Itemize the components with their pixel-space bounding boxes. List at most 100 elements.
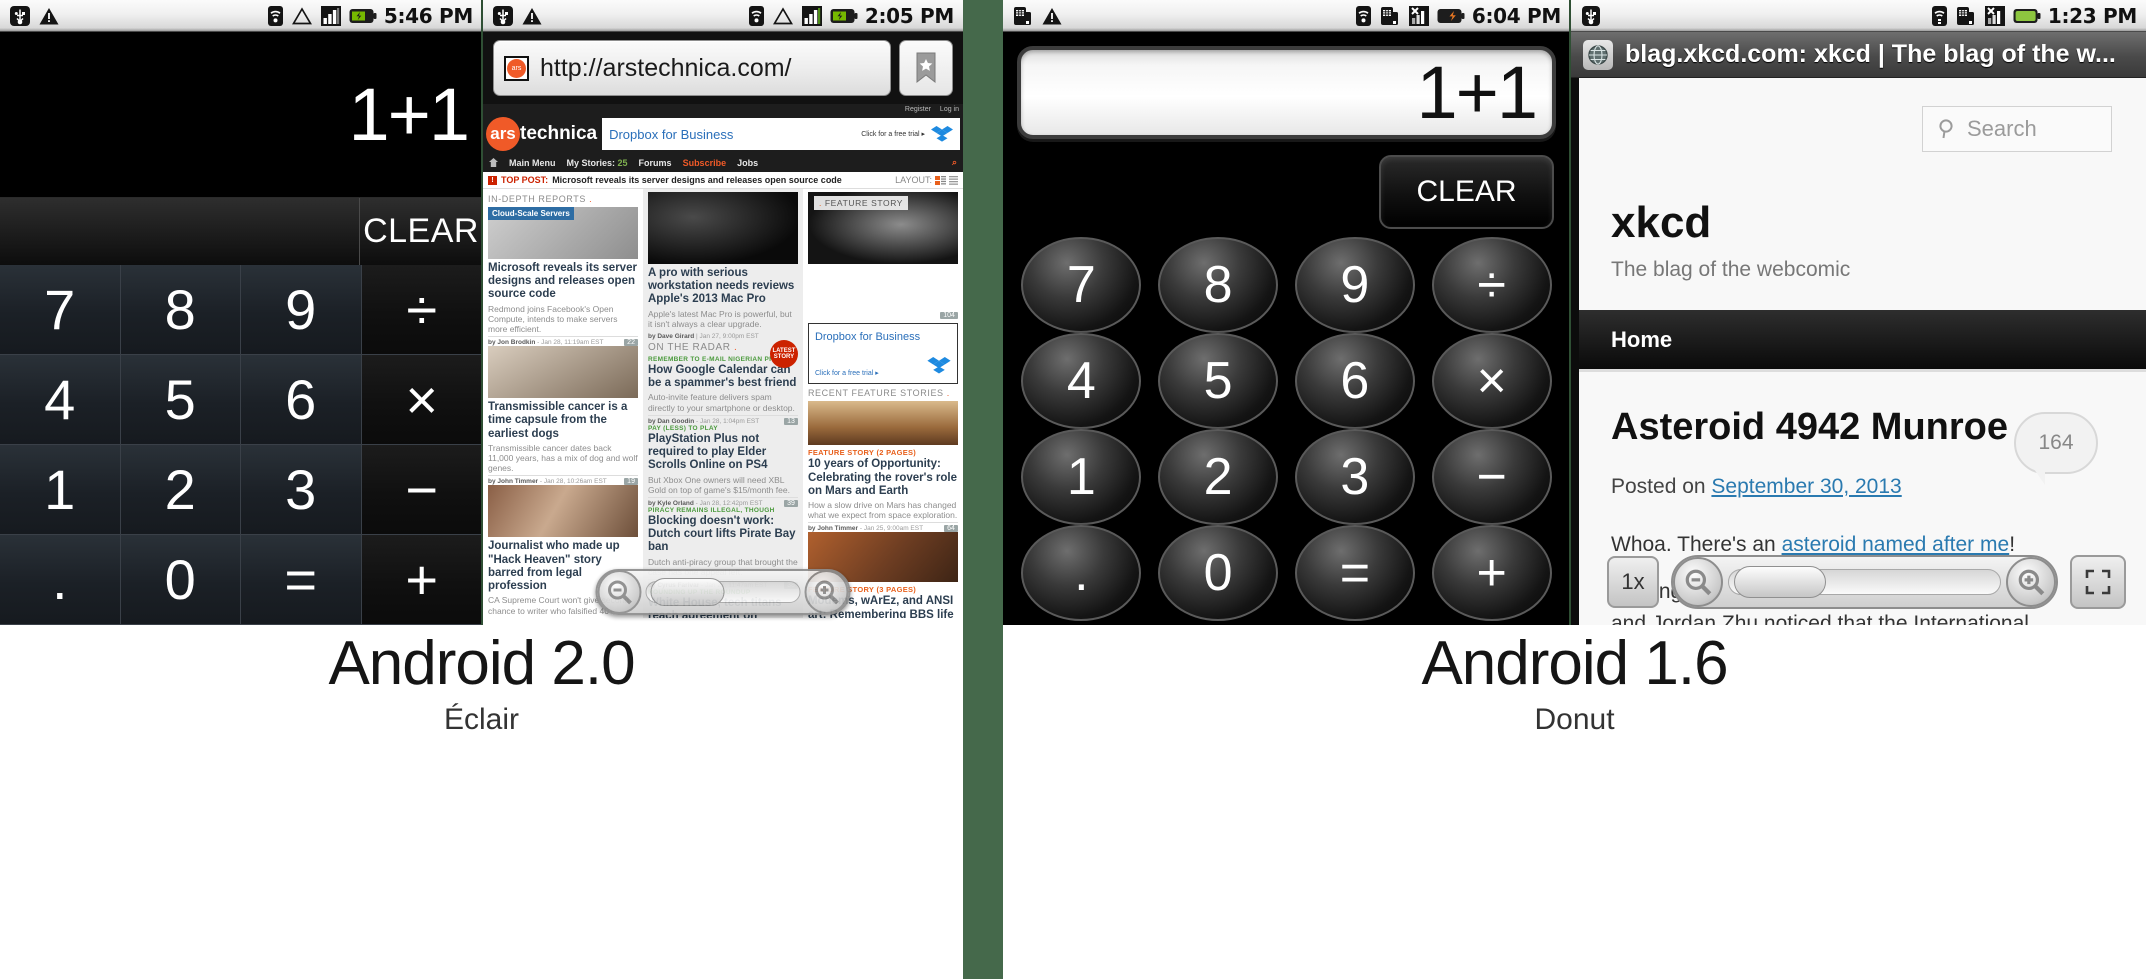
key-decimal[interactable]: . <box>0 535 121 625</box>
zoom-slider-bar[interactable] <box>1671 555 2058 609</box>
site-title[interactable]: xkcd <box>1611 198 2112 248</box>
browser-app-20: ars http://arstechnica.com/ Register Log… <box>483 32 963 625</box>
site-tagline: The blag of the webcomic <box>1611 258 1851 281</box>
url-input[interactable]: ars http://arstechnica.com/ <box>493 40 891 96</box>
article-title[interactable]: 10 years of Opportunity: Celebrating the… <box>808 458 958 498</box>
nav-my-stories[interactable]: My Stories: 25 <box>567 158 628 168</box>
nav-main-menu[interactable]: Main Menu <box>509 158 556 168</box>
key-5[interactable]: 5 <box>120 355 241 445</box>
key-4[interactable]: 4 <box>0 355 121 445</box>
nav-forums[interactable]: Forums <box>639 158 672 168</box>
key-multiply[interactable]: × <box>1431 333 1552 429</box>
key-decimal[interactable]: . <box>1021 525 1142 621</box>
section-divider <box>963 0 1003 979</box>
key-3[interactable]: 3 <box>241 445 362 535</box>
zoom-slider[interactable] <box>1728 566 2001 598</box>
key-8[interactable]: 8 <box>120 265 241 355</box>
clear-button[interactable]: CLEAR <box>1379 155 1554 229</box>
article-title[interactable]: A pro with serious workstation needs rev… <box>648 267 798 307</box>
article-title[interactable]: Transmissible cancer is a time capsule f… <box>488 401 638 441</box>
key-1[interactable]: 1 <box>1021 429 1142 525</box>
browser-zoom-controls[interactable] <box>595 569 851 615</box>
key-5[interactable]: 5 <box>1158 333 1279 429</box>
key-6[interactable]: 6 <box>1294 333 1415 429</box>
article-title[interactable]: PlayStation Plus not required to play El… <box>648 433 798 473</box>
layout-switcher[interactable]: LAYOUT: <box>895 175 958 185</box>
key-equals[interactable]: = <box>241 535 362 625</box>
bookmark-star-icon[interactable] <box>899 40 953 96</box>
login-link[interactable]: Log in <box>940 106 959 113</box>
key-3[interactable]: 3 <box>1294 429 1415 525</box>
zoom-in-icon[interactable] <box>804 570 849 614</box>
one-x-button[interactable]: 1x <box>1607 556 1659 608</box>
key-8[interactable]: 8 <box>1158 237 1279 333</box>
search-icon[interactable]: ⌕ <box>952 157 957 168</box>
article-title[interactable]: How Google Calendar can be a spammer's b… <box>648 364 798 390</box>
fullscreen-icon[interactable] <box>2070 555 2126 609</box>
zoom-slider[interactable] <box>645 578 801 606</box>
url-text: http://arstechnica.com/ <box>540 53 792 82</box>
article-card[interactable]: PAY (LESS) TO PLAY PlayStation Plus not … <box>647 425 798 507</box>
list-layout-icon[interactable] <box>949 175 958 185</box>
key-0[interactable]: 0 <box>120 535 241 625</box>
key-multiply[interactable]: × <box>361 355 482 445</box>
zoom-in-icon[interactable] <box>2006 557 2056 607</box>
nav-item-home[interactable]: Home <box>1611 327 1672 353</box>
key-6[interactable]: 6 <box>241 355 362 445</box>
key-divide[interactable]: ÷ <box>361 265 482 355</box>
article-title[interactable]: Blocking doesn't work: Dutch court lifts… <box>648 515 798 555</box>
browser-title-bar[interactable]: blag.xkcd.com: xkcd | The blag of the w.… <box>1571 32 2146 78</box>
zoom-slider-thumb[interactable] <box>1734 566 1826 598</box>
search-input[interactable]: Search <box>1922 106 2112 152</box>
key-7[interactable]: 7 <box>1021 237 1142 333</box>
warning-icon <box>522 7 542 24</box>
feature-hero[interactable]: . FEATURE STORY <box>807 192 958 264</box>
key-9[interactable]: 9 <box>241 265 362 355</box>
clear-button[interactable]: CLEAR <box>360 198 482 265</box>
key-2[interactable]: 2 <box>120 445 241 535</box>
key-4[interactable]: 4 <box>1021 333 1142 429</box>
sidebar-ad[interactable]: Dropbox for Business Click for a free tr… <box>807 323 958 385</box>
calculator-phone-android-2-0: 5:46 PM 1+1 CLEAR 7 8 9 ÷ 4 5 6 × 1 2 3 … <box>0 0 482 625</box>
header-ad-banner[interactable]: Dropbox for Business Click for a free tr… <box>602 118 960 150</box>
browser-zoom-controls[interactable]: 1x <box>1607 553 2126 611</box>
article-card-feature[interactable]: A pro with serious workstation needs rev… <box>647 192 798 340</box>
comment-count-bubble[interactable]: 164 <box>2014 412 2098 485</box>
key-minus[interactable]: − <box>361 445 482 535</box>
key-9[interactable]: 9 <box>1294 237 1415 333</box>
nav-subscribe[interactable]: Subscribe <box>683 158 727 168</box>
key-plus[interactable]: + <box>361 535 482 625</box>
register-link[interactable]: Register <box>905 106 931 113</box>
article-card[interactable]: Cloud-Scale Servers Microsoft reveals it… <box>488 207 638 347</box>
ars-masthead: ars technica Dropbox for Business Click … <box>483 115 963 153</box>
post-date-link[interactable]: September 30, 2013 <box>1711 475 1901 498</box>
article-title[interactable]: Microsoft reveals its server designs and… <box>488 262 638 302</box>
web-page-content[interactable]: Register Log in ars technica Dropbox for… <box>483 104 963 625</box>
article-card[interactable]: FEATURE STORY (2 PAGES) 10 years of Oppo… <box>807 401 958 533</box>
signal-icon <box>801 5 822 26</box>
key-1[interactable]: 1 <box>0 445 121 535</box>
status-bar-browser-20: 2:05 PM <box>483 0 963 32</box>
key-plus[interactable]: + <box>1431 525 1552 621</box>
key-7[interactable]: 7 <box>0 265 121 355</box>
ars-logo[interactable]: ars technica <box>486 117 597 151</box>
key-2[interactable]: 2 <box>1158 429 1279 525</box>
article-card[interactable]: Transmissible cancer is a time capsule f… <box>488 346 638 486</box>
zoom-out-icon[interactable] <box>1673 557 1723 607</box>
zoom-out-icon[interactable] <box>597 570 642 614</box>
key-0[interactable]: 0 <box>1158 525 1279 621</box>
key-equals[interactable]: = <box>1294 525 1415 621</box>
zoom-slider-thumb[interactable] <box>650 578 725 606</box>
status-icons-left <box>483 5 543 27</box>
nav-jobs[interactable]: Jobs <box>737 158 758 168</box>
home-icon[interactable] <box>489 158 498 167</box>
article-thumbnail <box>647 192 798 264</box>
post-title[interactable]: Asteroid 4942 Munroe <box>1611 406 2011 449</box>
grid-layout-icon[interactable] <box>935 175 946 185</box>
article-card[interactable]: REMEMBER TO E-MAIL NIGERIAN PRINCE! How … <box>647 356 798 425</box>
web-page-content[interactable]: Search xkcd The blag of the webcomic Hom… <box>1571 78 2146 625</box>
key-minus[interactable]: − <box>1431 429 1552 525</box>
top-post-title[interactable]: Microsoft reveals its server designs and… <box>552 175 842 185</box>
key-divide[interactable]: ÷ <box>1431 237 1552 333</box>
wifi-icon <box>1931 5 1947 26</box>
